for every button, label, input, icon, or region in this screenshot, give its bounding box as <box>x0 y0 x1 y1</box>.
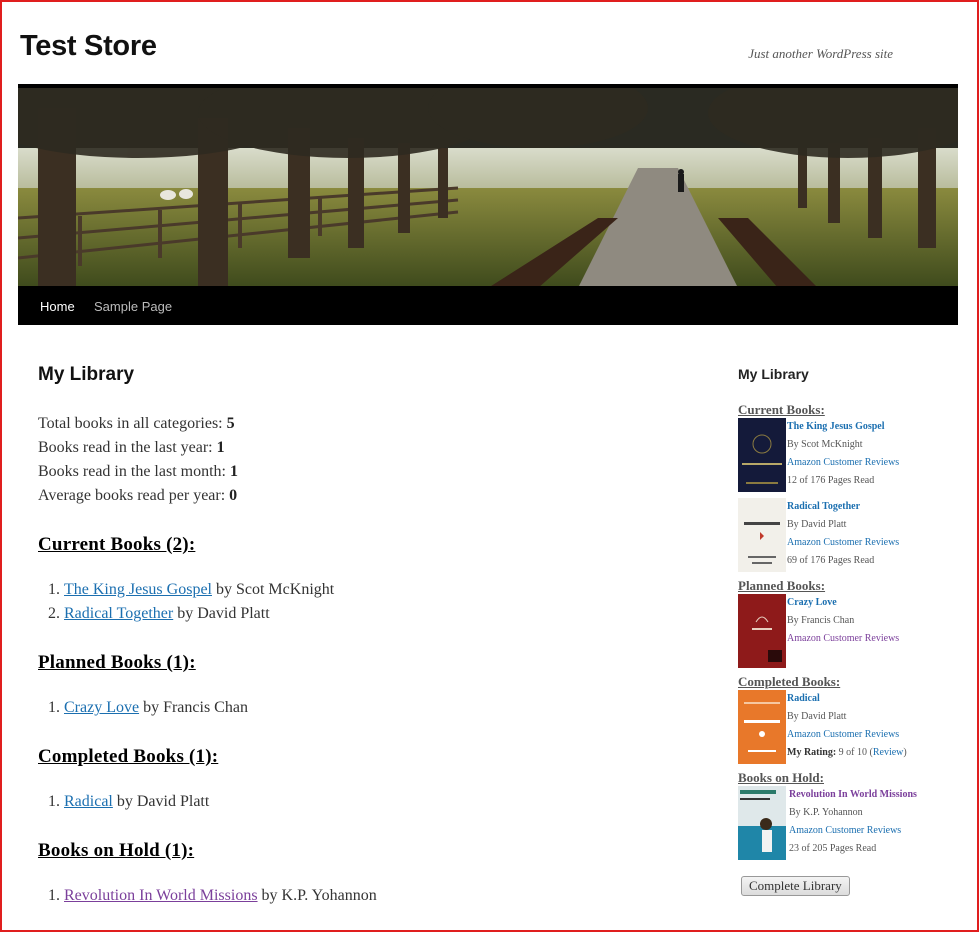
page-title: My Library <box>38 364 135 385</box>
book-link[interactable]: Crazy Love <box>64 699 139 716</box>
main-navigation: Home Sample Page <box>18 286 958 325</box>
amazon-reviews-link[interactable]: Amazon Customer Reviews <box>789 825 901 836</box>
list-item: Radical by David Platt <box>64 790 678 814</box>
sidebar-heading-current[interactable]: Current Books: <box>738 402 958 418</box>
sidebar-book-title[interactable]: Revolution In World Missions <box>789 789 917 800</box>
my-rating: My Rating: 9 of 10 (Review) <box>787 747 907 758</box>
book-link[interactable]: Radical <box>64 793 113 810</box>
book-cover-image[interactable] <box>738 498 786 572</box>
sidebar-book-author: By Scot McKnight <box>787 439 863 450</box>
stat-last-year: Books read in the last year: 1 <box>38 439 225 456</box>
planned-books-list: Crazy Love by Francis Chan <box>38 696 678 720</box>
book-cover-image[interactable] <box>738 418 786 492</box>
nav-item-sample-page[interactable]: Sample Page <box>94 299 172 314</box>
site-tagline: Just another WordPress site <box>748 46 893 61</box>
reading-progress: 23 of 205 Pages Read <box>789 843 877 854</box>
nav-item-home[interactable]: Home <box>40 299 75 314</box>
sidebar-title: My Library <box>738 366 809 382</box>
sidebar-heading-planned[interactable]: Planned Books: <box>738 578 958 594</box>
sidebar-book-author: By Francis Chan <box>787 615 855 626</box>
sidebar-book: The King Jesus Gospel By Scot McKnight A… <box>738 418 958 494</box>
sidebar-book-title[interactable]: Radical <box>787 693 820 704</box>
list-item: Revolution In World Missions by K.P. Yoh… <box>64 884 678 908</box>
section-planned-books: Planned Books (1): <box>38 652 196 673</box>
book-cover-image[interactable] <box>738 594 786 668</box>
section-books-on-hold: Books on Hold (1): <box>38 840 195 861</box>
section-completed-books: Completed Books (1): <box>38 746 219 767</box>
main-content: My Library Total books in all categories… <box>38 364 678 908</box>
sidebar-book: Radical Together By David Platt Amazon C… <box>738 498 958 574</box>
section-current-books: Current Books (2): <box>38 534 196 555</box>
complete-library-button[interactable]: Complete Library <box>741 876 850 896</box>
reading-progress: 12 of 176 Pages Read <box>787 475 875 486</box>
amazon-reviews-link[interactable]: Amazon Customer Reviews <box>787 457 899 468</box>
book-link[interactable]: Revolution In World Missions <box>64 887 258 904</box>
hold-books-list: Revolution In World Missions by K.P. Yoh… <box>38 884 678 908</box>
sidebar-book-author: By David Platt <box>787 711 847 722</box>
amazon-reviews-link[interactable]: Amazon Customer Reviews <box>787 537 899 548</box>
book-cover-image[interactable] <box>738 786 786 860</box>
header-image <box>18 84 958 290</box>
list-item: Radical Together by David Platt <box>64 602 678 626</box>
sidebar-heading-on-hold[interactable]: Books on Hold: <box>738 770 958 786</box>
reading-progress: 69 of 176 Pages Read <box>787 555 875 566</box>
amazon-reviews-link[interactable]: Amazon Customer Reviews <box>787 633 899 644</box>
sidebar-book: Revolution In World Missions By K.P. Yoh… <box>738 786 958 862</box>
book-link[interactable]: Radical Together <box>64 605 173 622</box>
book-cover-image[interactable] <box>738 690 786 764</box>
sidebar-book-title[interactable]: Radical Together <box>787 501 860 512</box>
book-link[interactable]: The King Jesus Gospel <box>64 581 212 598</box>
stat-total: Total books in all categories: 5 <box>38 415 235 432</box>
stat-last-month: Books read in the last month: 1 <box>38 463 238 480</box>
sidebar-book: Crazy Love By Francis Chan Amazon Custom… <box>738 594 958 670</box>
site-title[interactable]: Test Store <box>20 30 157 63</box>
current-books-list: The King Jesus Gospel by Scot McKnight R… <box>38 578 678 626</box>
sidebar-book-author: By K.P. Yohannon <box>789 807 863 818</box>
sidebar-widget: My Library Current Books: The King Jesus… <box>738 366 958 896</box>
completed-books-list: Radical by David Platt <box>38 790 678 814</box>
stat-average: Average books read per year: 0 <box>38 487 238 504</box>
sidebar-book-title[interactable]: Crazy Love <box>787 597 837 608</box>
amazon-reviews-link[interactable]: Amazon Customer Reviews <box>787 729 899 740</box>
sidebar-book-title[interactable]: The King Jesus Gospel <box>787 421 885 432</box>
sidebar-book: Radical By David Platt Amazon Customer R… <box>738 690 958 766</box>
sidebar-book-author: By David Platt <box>787 519 847 530</box>
list-item: Crazy Love by Francis Chan <box>64 696 678 720</box>
sidebar-heading-completed[interactable]: Completed Books: <box>738 674 958 690</box>
review-link[interactable]: Review <box>873 747 904 758</box>
list-item: The King Jesus Gospel by Scot McKnight <box>64 578 678 602</box>
